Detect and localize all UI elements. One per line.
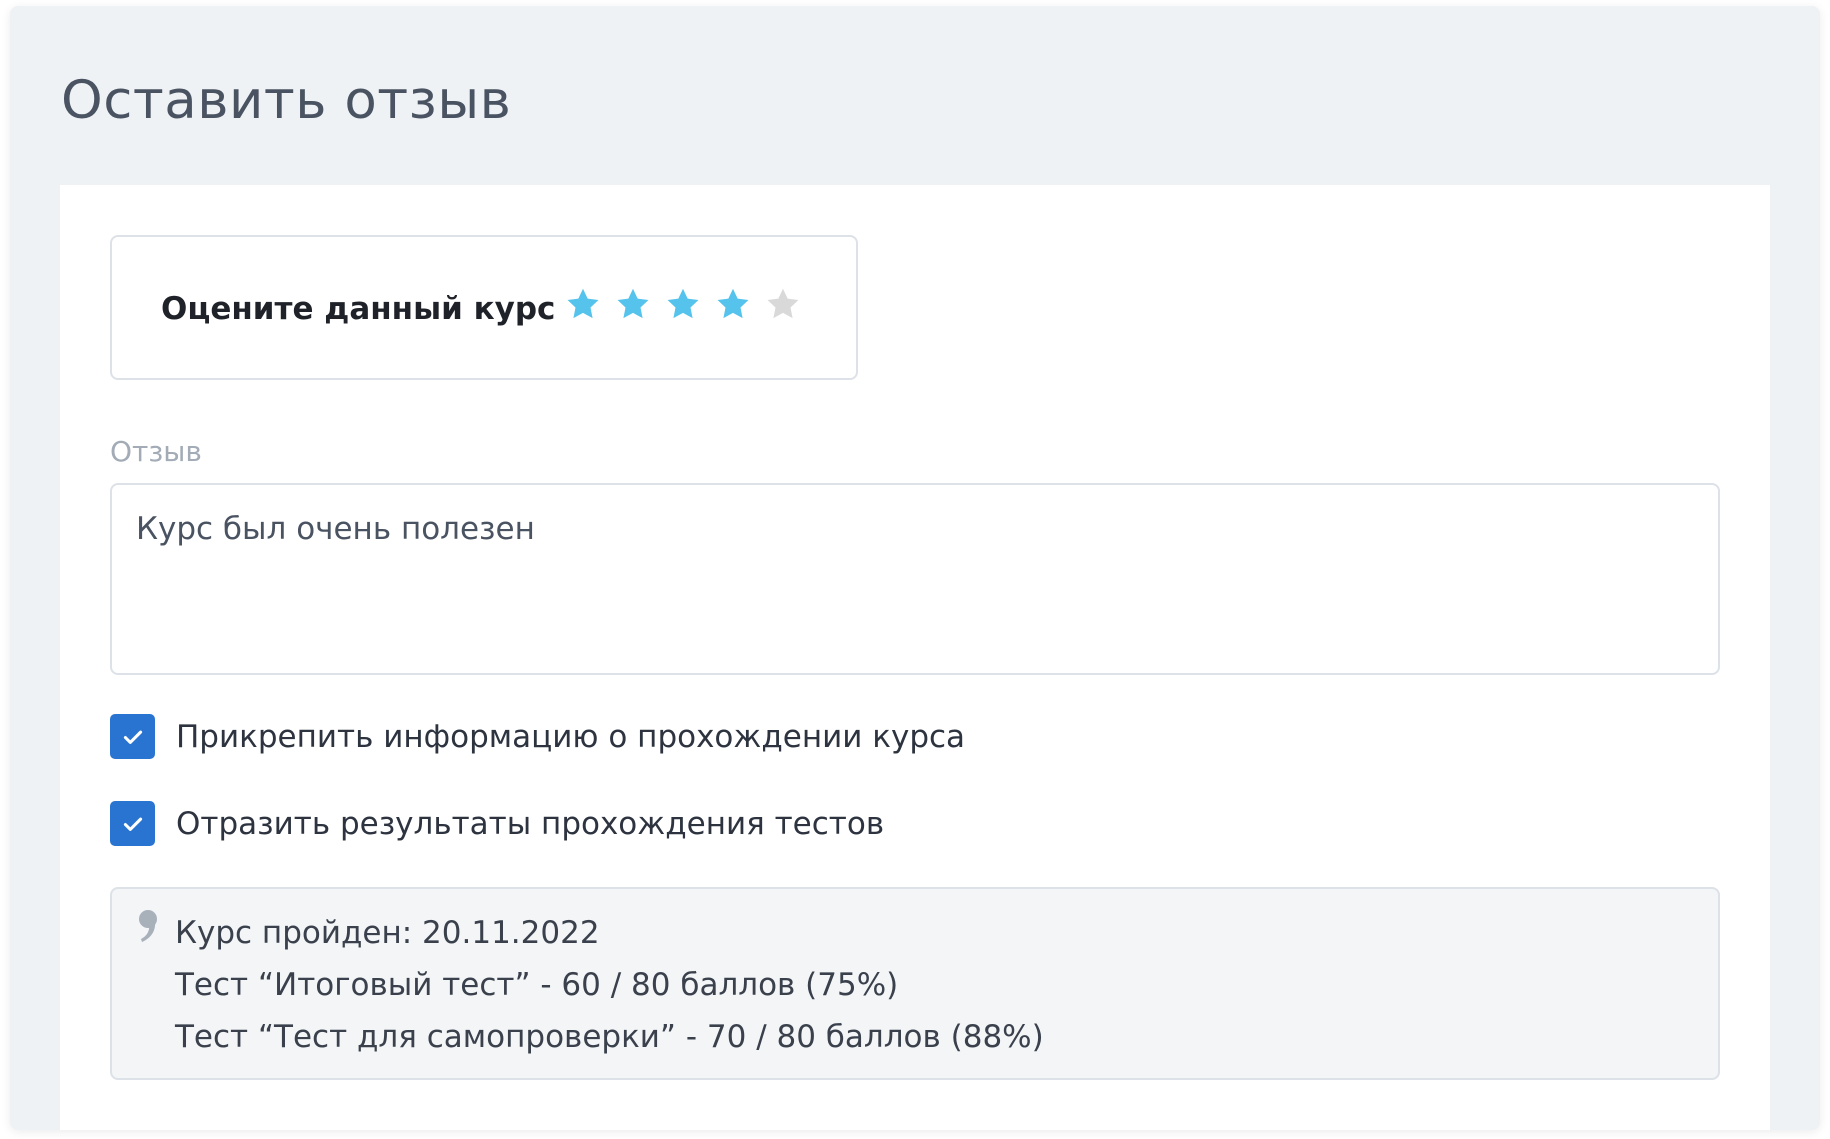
- course-results-quote: Курс пройден: 20.11.2022 Тест “Итоговый …: [110, 887, 1720, 1080]
- quote-icon: [139, 910, 157, 942]
- checkmark-icon: [123, 730, 142, 744]
- star-5-icon[interactable]: [765, 286, 801, 322]
- final-test-result-line: Тест “Итоговый тест” - 60 / 80 баллов (7…: [175, 967, 899, 1003]
- checkmark-icon: [123, 817, 142, 831]
- star-2-icon[interactable]: [615, 286, 651, 322]
- rating-label: Оцените данный курс: [161, 291, 556, 327]
- star-1-icon[interactable]: [565, 286, 601, 322]
- rating-box: Оцените данный курс: [110, 235, 858, 380]
- show-test-results-label: Отразить результаты прохождения тестов: [176, 805, 885, 842]
- star-3-icon[interactable]: [665, 286, 701, 322]
- attach-course-info-option[interactable]: Прикрепить информацию о прохождении курс…: [110, 714, 965, 759]
- review-textarea[interactable]: [110, 483, 1720, 675]
- course-completed-line: Курс пройден: 20.11.2022: [175, 915, 600, 951]
- course-results-list: Курс пройден: 20.11.2022 Тест “Итоговый …: [175, 907, 1044, 1063]
- star-4-icon[interactable]: [715, 286, 751, 322]
- attach-course-info-checkbox[interactable]: [110, 714, 155, 759]
- review-field-label: Отзыв: [110, 435, 202, 468]
- show-test-results-checkbox[interactable]: [110, 801, 155, 846]
- review-form-card: Оцените данный курс Отзыв Прикрепить инф…: [60, 185, 1770, 1130]
- page-title: Оставить отзыв: [61, 70, 512, 131]
- self-check-test-result-line: Тест “Тест для самопроверки” - 70 / 80 б…: [175, 1019, 1044, 1055]
- star-rating[interactable]: [565, 286, 801, 322]
- page-container: Оставить отзыв Оцените данный курс Отзыв…: [10, 6, 1820, 1130]
- attach-course-info-label: Прикрепить информацию о прохождении курс…: [176, 718, 966, 755]
- show-test-results-option[interactable]: Отразить результаты прохождения тестов: [110, 801, 884, 846]
